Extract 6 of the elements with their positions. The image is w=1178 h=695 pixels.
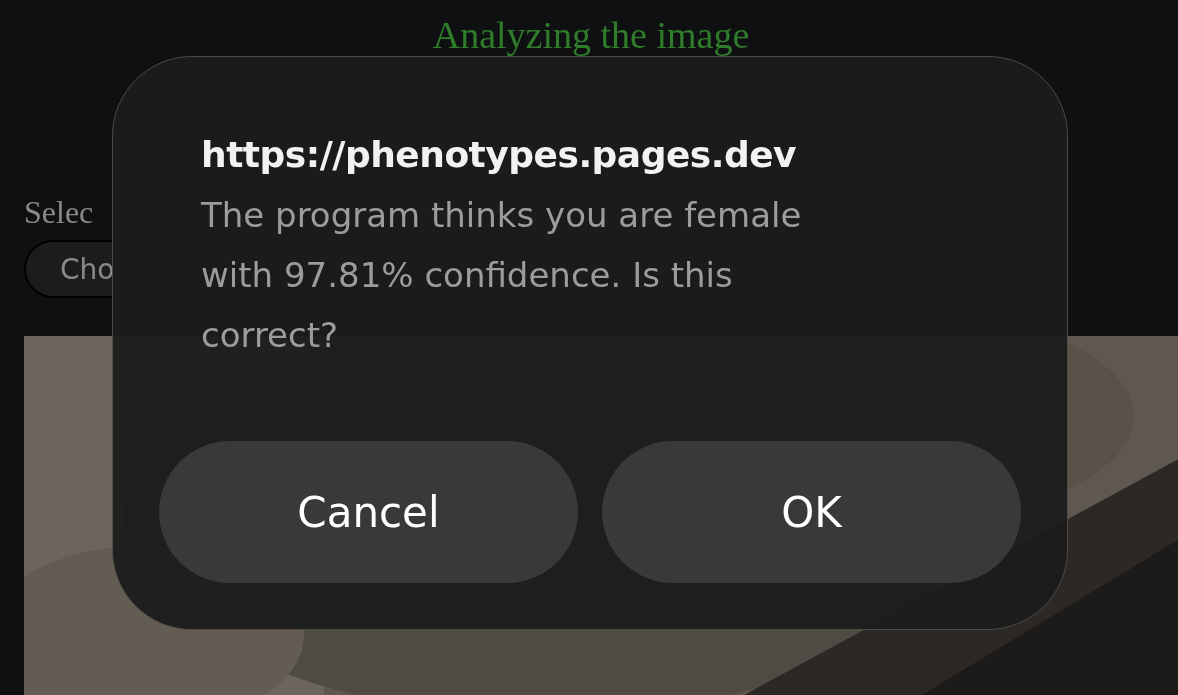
dialog-button[interactable]: OK (602, 441, 1021, 583)
dialog-message: The program thinks you are female with 97.81% confidence. Is this correct? (201, 194, 803, 357)
status-heading: Analyzing the image (432, 13, 750, 58)
select-label: Selec (24, 193, 94, 232)
dialog-title: https://phenotypes.pages.dev (201, 133, 798, 177)
dialog-button[interactable]: Cancel (159, 441, 578, 583)
